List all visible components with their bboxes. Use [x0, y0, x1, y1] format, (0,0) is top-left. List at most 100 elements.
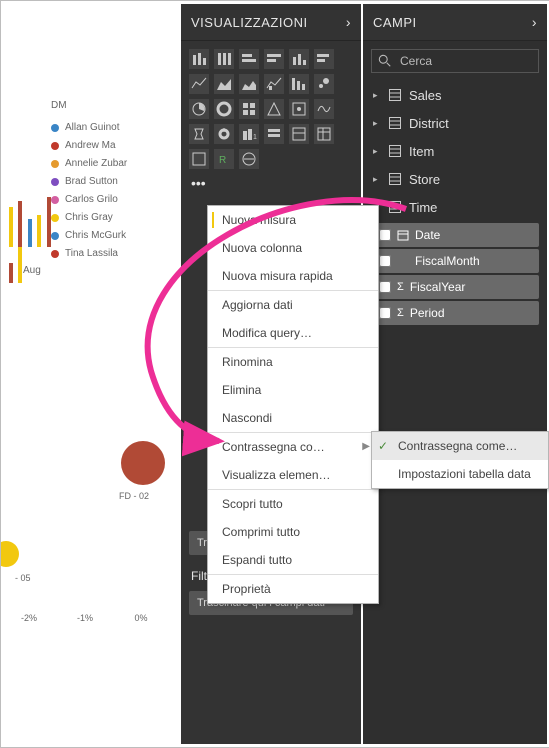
check-icon: ✓ [378, 439, 388, 453]
viz-type-button[interactable] [314, 99, 334, 119]
field-checkbox[interactable] [379, 307, 391, 319]
table-icon [389, 173, 401, 185]
field-label: FiscalMonth [415, 254, 480, 268]
table-label: District [409, 116, 449, 131]
field-checkbox[interactable] [379, 281, 391, 293]
field-checkbox[interactable] [379, 229, 391, 241]
legend-title: DM [51, 97, 127, 115]
submenu-item[interactable]: ✓Contrassegna come… [372, 432, 548, 460]
viz-gallery: 123 R [181, 41, 361, 173]
table-icon [389, 145, 401, 157]
field-label: Date [415, 228, 440, 242]
table-row[interactable]: ▸Item [363, 137, 547, 165]
context-menu-item[interactable]: Rinomina [208, 347, 378, 376]
field-row[interactable]: ΣFiscalYear [371, 275, 539, 299]
viz-type-button[interactable] [289, 74, 309, 94]
viz-type-button[interactable]: 123 [239, 124, 259, 144]
field-row[interactable]: Date [371, 223, 539, 247]
context-menu-item[interactable]: Scopri tutto [208, 489, 378, 518]
calendar-icon [397, 229, 409, 241]
viz-type-button[interactable] [239, 99, 259, 119]
viz-type-button[interactable] [189, 149, 209, 169]
context-submenu: ✓Contrassegna come…Impostazioni tabella … [371, 431, 549, 489]
context-menu-item[interactable]: Aggiorna dati [208, 290, 378, 319]
table-icon [389, 201, 401, 213]
viz-type-button[interactable] [189, 74, 209, 94]
table-label: Time [409, 200, 437, 215]
field-row[interactable]: FiscalMonth [371, 249, 539, 273]
x-axis-ticks: -2%-1%0% [1, 613, 181, 623]
viz-type-button[interactable] [264, 124, 284, 144]
context-menu-item[interactable]: Nuova colonna [208, 234, 378, 262]
bubble-yellow [0, 541, 19, 567]
table-row[interactable]: ▸ District [363, 109, 547, 137]
viz-type-button[interactable] [289, 99, 309, 119]
chevron-right-icon[interactable]: › [346, 14, 351, 30]
visualizations-header[interactable]: VISUALIZZAZIONI › [181, 4, 361, 41]
more-visuals-button[interactable]: ••• [181, 173, 361, 197]
field-label: Period [410, 306, 445, 320]
table-row[interactable]: ▸ Store [363, 165, 547, 193]
search-input[interactable]: Cerca [371, 49, 539, 73]
app-frame: DM Allan Guinot Andrew Ma Annelie Zubar … [0, 0, 549, 748]
context-menu-item[interactable]: Espandi tutto [208, 546, 378, 574]
context-menu-item[interactable]: Nuova misura rapida [208, 262, 378, 290]
viz-type-button[interactable] [264, 74, 284, 94]
context-menu-item[interactable]: Proprietà [208, 574, 378, 603]
viz-type-button[interactable] [314, 74, 334, 94]
context-menu: Nuova misuraNuova colonnaNuova misura ra… [207, 205, 379, 604]
tables-list: ▸ Sales ▸ District ▸Item ▸ Store ▾Time [363, 81, 547, 221]
viz-type-button[interactable] [214, 124, 234, 144]
context-menu-item[interactable]: Elimina [208, 376, 378, 404]
report-canvas: DM Allan Guinot Andrew Ma Annelie Zubar … [1, 1, 181, 747]
sigma-icon: Σ [397, 307, 404, 319]
viz-type-button[interactable] [189, 124, 209, 144]
svg-text:R: R [219, 155, 226, 166]
context-menu-item[interactable]: Comprimi tutto [208, 518, 378, 546]
table-row[interactable]: ▾Time [363, 193, 547, 221]
viz-type-button[interactable] [214, 99, 234, 119]
viz-type-button[interactable] [264, 99, 284, 119]
context-menu-item[interactable]: Modifica query… [208, 319, 378, 347]
table-label: Store [409, 172, 440, 187]
field-checkbox[interactable] [379, 255, 391, 267]
submenu-arrow-icon: ▶ [362, 441, 370, 452]
context-menu-item[interactable]: Nuova misura [208, 206, 378, 234]
viz-type-button[interactable] [239, 49, 259, 69]
viz-type-button[interactable] [289, 49, 309, 69]
svg-text:123: 123 [253, 134, 257, 141]
chart-legend: DM Allan Guinot Andrew Ma Annelie Zubar … [51, 97, 127, 263]
expand-icon: ▸ [373, 174, 381, 185]
month-axis-label: Aug [23, 265, 41, 276]
viz-type-button[interactable] [189, 99, 209, 119]
field-label: FiscalYear [410, 280, 466, 294]
fields-header[interactable]: CAMPI › [363, 4, 547, 41]
viz-type-button[interactable] [314, 124, 334, 144]
context-menu-item[interactable]: Contrassegna co…▶ [208, 432, 378, 461]
viz-type-button[interactable] [239, 149, 259, 169]
submenu-item[interactable]: Impostazioni tabella data [372, 460, 548, 488]
viz-type-button[interactable] [314, 49, 334, 69]
table-label: Item [409, 144, 434, 159]
time-fields-list: Date FiscalMonth ΣFiscalYear Σ Period [363, 223, 547, 325]
viz-type-button[interactable] [239, 74, 259, 94]
bubble-brown [121, 441, 165, 485]
search-icon [378, 54, 392, 68]
field-row[interactable]: Σ Period [371, 301, 539, 325]
table-label: Sales [409, 88, 442, 103]
context-menu-item[interactable]: Visualizza elemen… [208, 461, 378, 489]
viz-type-button[interactable] [289, 124, 309, 144]
viz-type-button[interactable] [264, 49, 284, 69]
viz-type-button[interactable] [214, 74, 234, 94]
viz-type-button[interactable]: R [214, 149, 234, 169]
chevron-right-icon[interactable]: › [532, 14, 537, 30]
viz-type-button[interactable] [189, 49, 209, 69]
table-icon [389, 117, 401, 129]
mini-bar-chart [9, 197, 53, 259]
viz-type-button[interactable] [214, 49, 234, 69]
table-row[interactable]: ▸ Sales [363, 81, 547, 109]
expand-icon: ▸ [373, 90, 381, 101]
fields-panel: CAMPI › Cerca ▸ Sales ▸ District ▸Item ▸ Store… [363, 4, 547, 744]
expand-icon: ▸ [373, 118, 381, 129]
context-menu-item[interactable]: Nascondi [208, 404, 378, 432]
